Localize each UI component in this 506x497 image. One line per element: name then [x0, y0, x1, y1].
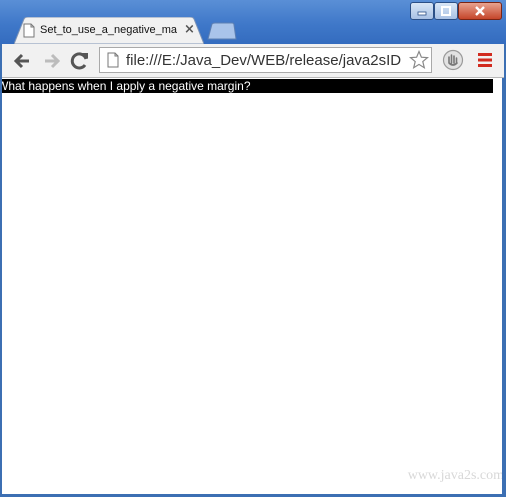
page-icon — [23, 23, 35, 38]
maximize-icon — [441, 6, 451, 16]
watermark: www.java2s.com — [407, 468, 502, 483]
browser-tab[interactable]: Set_to_use_a_negative_ma × — [14, 17, 204, 44]
tab-title: Set_to_use_a_negative_ma — [40, 24, 177, 36]
minimize-icon — [417, 11, 427, 16]
address-bar[interactable]: file:///E:/Java_Dev/WEB/release/java2sID — [99, 47, 432, 73]
tab-close-icon[interactable]: × — [184, 23, 196, 37]
page-icon — [107, 52, 119, 68]
forward-arrow-icon[interactable] — [40, 49, 64, 73]
new-tab-button[interactable] — [206, 22, 238, 40]
star-icon[interactable] — [409, 50, 429, 70]
reload-icon[interactable] — [68, 49, 92, 73]
menu-icon[interactable] — [475, 50, 495, 70]
close-icon — [475, 6, 485, 16]
page-content: What happens when I apply a negative mar… — [2, 78, 502, 494]
close-button[interactable] — [458, 2, 502, 20]
maximize-button[interactable] — [434, 2, 458, 20]
toolbar: file:///E:/Java_Dev/WEB/release/java2sID — [2, 44, 504, 78]
browser-window: Set_to_use_a_negative_ma × file:///E:/Ja… — [0, 0, 506, 497]
minimize-button[interactable] — [410, 2, 434, 20]
url-text[interactable]: file:///E:/Java_Dev/WEB/release/java2sID — [126, 52, 408, 69]
negative-margin-box: What happens when I apply a negative mar… — [2, 79, 493, 93]
extension-icon[interactable] — [442, 49, 464, 71]
back-arrow-icon[interactable] — [10, 49, 34, 73]
